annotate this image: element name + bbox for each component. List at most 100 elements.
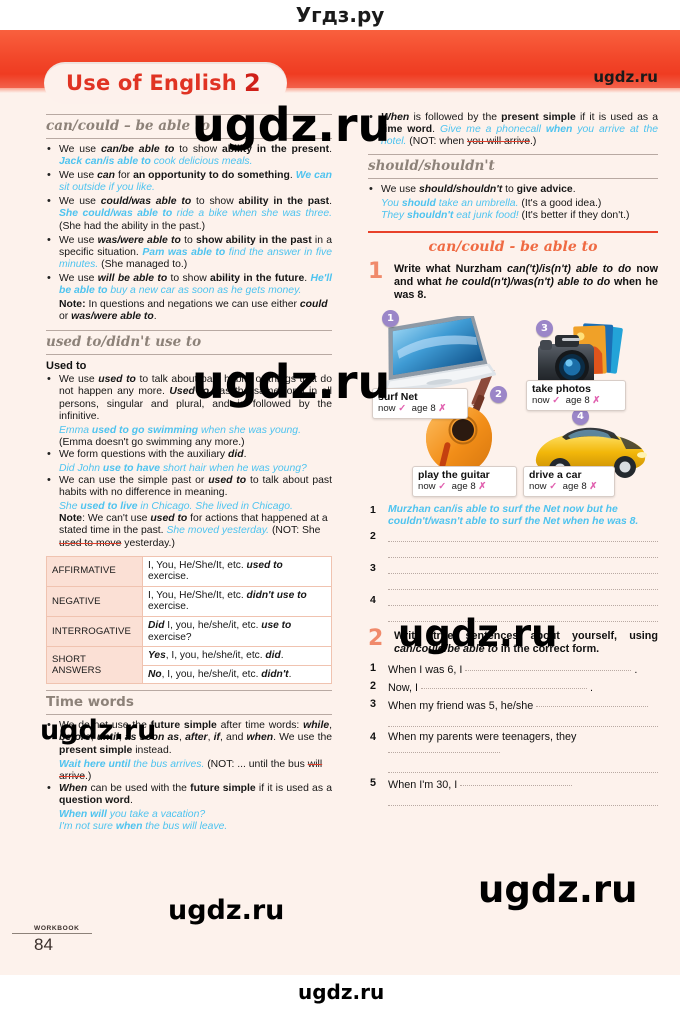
grammar-term: he could(n't)/was(n't) able to do xyxy=(445,275,611,288)
answer-row[interactable]: 3 xyxy=(368,562,658,590)
question-number: 5 xyxy=(370,776,377,789)
grammar-term: could/was able to xyxy=(100,196,192,208)
task-2-questions: 1 When I was 6, I . 2 Now, I . 3 When my frie… xyxy=(368,662,658,806)
question-blank-line[interactable] xyxy=(388,744,500,753)
bold-term: future simple xyxy=(150,720,217,732)
question-blank-line[interactable] xyxy=(460,777,573,786)
bold-term: an opportunity to do something xyxy=(133,170,290,182)
text: We use xyxy=(59,196,101,208)
answer-row[interactable]: 4 xyxy=(368,594,658,622)
bold-term: ability in the present xyxy=(221,144,330,155)
task-1-picture-collage: 1 2 3 4 surf Net now ✓ age 8 ✗ play the … xyxy=(368,308,658,498)
question-number: 3 xyxy=(370,697,377,710)
when-time-word-bullets: When is followed by the present simple i… xyxy=(368,111,658,148)
table-row: SHORT ANSWERS Yes, I, you, he/she/it, etc… xyxy=(46,646,332,685)
section-heading-can-could: can/could – be able to xyxy=(46,114,332,139)
text: . xyxy=(329,144,332,155)
should-ex1-gloss: (It's a good idea.) xyxy=(518,198,602,210)
rule-bullet: We use should/shouldn't to give advice. xyxy=(368,183,658,196)
tw-ex1-bold: Wait here until xyxy=(59,758,131,770)
text: .) xyxy=(530,136,537,148)
table-cell-value: Yes, I, you, he/she/it, etc. did. xyxy=(142,646,332,666)
question-stem: When my parents were teenagers, they xyxy=(388,730,577,743)
bold-term: present simple xyxy=(501,112,576,123)
text: We do not use the xyxy=(59,720,151,732)
question-row[interactable]: 3 When my friend was 5, he/she xyxy=(368,698,658,727)
answer-blank-line[interactable] xyxy=(388,530,658,542)
answer-blank-line[interactable] xyxy=(388,610,658,622)
text: We use xyxy=(381,184,419,196)
grammar-term: Used to xyxy=(169,386,210,398)
should-ex2-gloss: (It's better if they don't.) xyxy=(518,210,630,222)
page-footer: WORKBOOK 84 xyxy=(12,925,132,955)
answer-blank-line[interactable] xyxy=(388,562,658,574)
time-words-bullet-2: When can be used with the future simple … xyxy=(46,782,332,807)
answer-blank-line[interactable] xyxy=(388,578,658,590)
question-blank-line[interactable] xyxy=(388,762,658,773)
question-blank-line[interactable] xyxy=(465,662,632,671)
question-row[interactable]: 1 When I was 6, I . xyxy=(368,662,658,677)
used-to-bullet-3: We can use the simple past or used to to… xyxy=(46,474,332,499)
answer-row[interactable]: 2 xyxy=(368,530,658,558)
question-row[interactable]: 5 When I'm 30, I xyxy=(368,777,658,806)
item-badge-1: 1 xyxy=(382,309,399,327)
rule-bullet: We use will be able to to show ability i… xyxy=(46,272,332,297)
question-blank-line[interactable] xyxy=(388,795,658,806)
caption-surf-net: surf Net now ✓ age 8 ✗ xyxy=(372,387,468,419)
rule-bullet: We use was/were able to to show ability … xyxy=(46,234,332,271)
text: . xyxy=(288,668,292,680)
rule-bullet: We use can for an opportunity to do some… xyxy=(46,169,332,194)
text: . xyxy=(243,448,247,460)
should-examples: You should take an umbrella. (It's a goo… xyxy=(368,198,658,222)
answer-text: Murzhan can/is able to surf the Net now … xyxy=(388,503,639,528)
grammar-term: when xyxy=(246,732,274,744)
text: We use xyxy=(59,272,98,284)
used-to-example-1-text: Emma used to go swimming when she was yo… xyxy=(59,424,301,436)
bold-term: give advice xyxy=(516,184,573,196)
text: I, You, He/She/It, etc. xyxy=(148,589,247,601)
sentence-period: . xyxy=(631,663,638,676)
question-row[interactable]: 2 Now, I . xyxy=(368,680,658,695)
example-term: We can xyxy=(295,170,332,182)
tw-ex3-bold: when xyxy=(115,821,143,833)
laptop-icon xyxy=(378,312,497,394)
example-term: Pam was able to xyxy=(142,246,226,258)
table-cell-value: Did I, you, he/she/it, etc. use to exerc… xyxy=(142,615,332,648)
sentence-period: . xyxy=(587,681,594,694)
rule-bullet: We form questions with the auxiliary did… xyxy=(46,448,332,461)
example-term: Jack can/is able to xyxy=(59,156,151,168)
item-badge-3: 3 xyxy=(536,319,553,337)
question-row[interactable]: 4 When my parents were teenagers, they xyxy=(368,731,658,773)
caption-age-label: age 8 xyxy=(562,480,587,492)
question-number: 1 xyxy=(370,661,377,674)
task-1-number: 1 xyxy=(368,258,384,284)
grammar-term: used to xyxy=(208,475,247,487)
grammar-term: until xyxy=(96,732,119,744)
text: (She managed to.) xyxy=(98,258,188,270)
text: or xyxy=(59,311,72,323)
answer-row[interactable]: 1 Murzhan can/is able to surf the Net now… xyxy=(368,504,658,529)
grammar-term: can('t)/is(n't) able to do xyxy=(506,262,632,275)
caption-marks: now ✓ age 8 ✗ xyxy=(532,395,620,407)
answer-number: 4 xyxy=(370,593,376,606)
time-words-bullet-1: We do not use the future simple after ti… xyxy=(46,719,332,756)
used-to-bullet-1: We use used to to talk about past habits… xyxy=(46,373,332,422)
question-blank-line[interactable] xyxy=(536,698,649,707)
question-blank-line[interactable] xyxy=(421,680,588,689)
answer-number: 1 xyxy=(370,503,376,516)
example-text: cook delicious meals. xyxy=(150,156,253,168)
answer-blank-line[interactable] xyxy=(388,594,658,606)
task-2-instruction: Write true sentences about yourself, usi… xyxy=(394,630,658,656)
task-2-number: 2 xyxy=(368,625,384,651)
caption-now-mark: ✓ xyxy=(552,394,561,406)
answer-blank-line[interactable] xyxy=(388,546,658,558)
text: I, You, He/She/It, etc. xyxy=(148,559,247,571)
text: We use xyxy=(59,234,98,246)
caption-age-mark: ✗ xyxy=(592,394,601,406)
text: , I, you, he/she/it, etc. xyxy=(161,668,262,680)
text: , xyxy=(329,720,332,732)
table-row: INTERROGATIVE Did I, you, he/she/it, etc.… xyxy=(46,615,332,648)
can-could-note: Note: In questions and negations we can … xyxy=(46,299,332,323)
tw-ex1-tail-b: .) xyxy=(84,770,92,782)
question-blank-line[interactable] xyxy=(388,716,658,727)
